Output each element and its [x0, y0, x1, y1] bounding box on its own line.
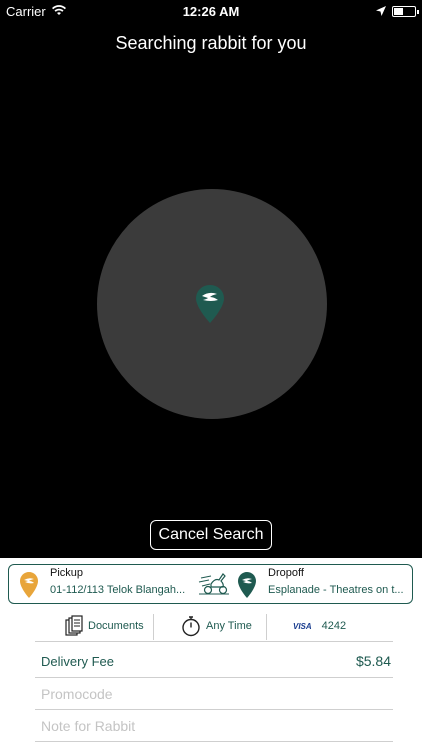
delivery-fee-amount: $5.84: [355, 653, 391, 669]
battery-icon: [392, 6, 419, 17]
delivery-time-option[interactable]: Any Time: [181, 610, 252, 642]
rabbit-courier-icon: [198, 573, 229, 595]
location-arrow-icon: [376, 4, 386, 19]
clock-time: 12:26 AM: [182, 4, 240, 19]
item-type-option[interactable]: Documents: [65, 610, 144, 642]
time-label: Any Time: [206, 620, 252, 632]
route-summary[interactable]: Pickup 01-112/113 Telok Blangah... Dropo…: [8, 564, 413, 604]
stopwatch-icon: [181, 615, 201, 637]
note-for-rabbit-input[interactable]: [41, 714, 386, 738]
dropoff-pin-icon: [238, 572, 256, 598]
divider: [266, 614, 267, 640]
delivery-options-row: Documents Any Time VISA 4242: [35, 610, 393, 642]
promocode-row: [35, 678, 393, 710]
dropoff-label: Dropoff: [268, 567, 304, 579]
search-status-title: Searching rabbit for you: [115, 33, 307, 53]
order-details-panel: Pickup 01-112/113 Telok Blangah... Dropo…: [0, 558, 422, 750]
cancel-search-button[interactable]: Cancel Search: [150, 520, 272, 550]
payment-option[interactable]: VISA 4242: [293, 610, 346, 642]
delivery-fee-label: Delivery Fee: [41, 654, 114, 669]
divider: [153, 614, 154, 640]
dropoff-address: Esplanade - Theatres on t...: [268, 584, 404, 596]
delivery-fee-row: Delivery Fee $5.84: [35, 646, 393, 678]
pickup-address: 01-112/113 Telok Blangah...: [50, 584, 186, 596]
documents-label: Documents: [88, 620, 144, 632]
note-row: [35, 710, 393, 742]
rabbit-location-pin-icon: [196, 285, 224, 323]
visa-card-icon: VISA: [293, 621, 312, 631]
pickup-label: Pickup: [50, 567, 84, 579]
pickup-pin-icon: [20, 572, 38, 598]
documents-icon: [65, 615, 83, 637]
card-last4: 4242: [321, 620, 347, 632]
status-bar: Carrier 12:26 AM: [0, 0, 422, 22]
promocode-input[interactable]: [41, 682, 386, 706]
